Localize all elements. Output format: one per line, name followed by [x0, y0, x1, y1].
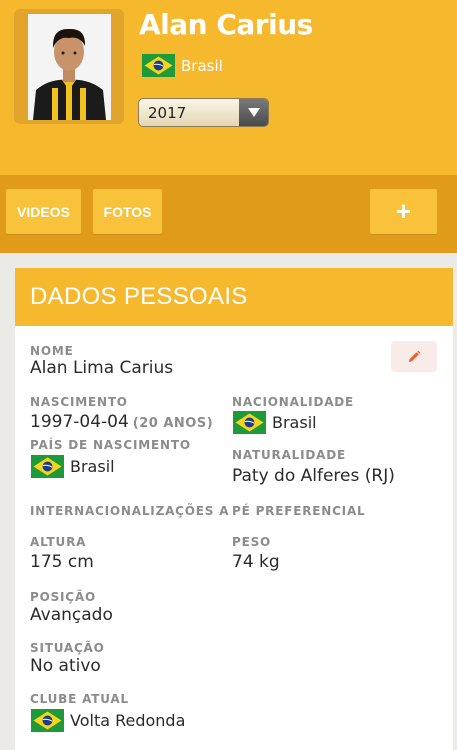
altura-label: ALTURA: [30, 535, 87, 549]
nascimento-value: 1997-04-04: [30, 412, 129, 432]
posicao-label: POSIÇÃO: [30, 590, 96, 604]
pencil-icon: [409, 350, 421, 362]
age-value: (20 ANOS): [132, 416, 214, 431]
brazil-flag-icon: [31, 455, 64, 478]
personal-data-card: DADOS PESSOAIS NOME Alan Lima Carius NAS…: [15, 268, 453, 750]
player-country: Brasil: [142, 54, 223, 77]
naturalidade-value: Paty do Alferes (RJ): [232, 466, 395, 486]
fotos-button[interactable]: FOTOS: [93, 189, 162, 234]
profile-header: Alan Carius Brasil 2017: [0, 0, 457, 175]
player-avatar: [28, 14, 111, 120]
pais-nascimento-row: Brasil: [31, 455, 115, 478]
media-toolbar: VIDEOS FOTOS +: [0, 175, 457, 253]
edit-button[interactable]: [391, 341, 437, 372]
player-photo: [28, 14, 111, 120]
pais-nascimento-label: PAÍS DE NASCIMENTO: [30, 438, 191, 452]
nome-value: Alan Lima Carius: [30, 358, 174, 378]
section-title: DADOS PESSOAIS: [30, 283, 248, 310]
videos-button[interactable]: VIDEOS: [6, 189, 81, 234]
clube-atual-value[interactable]: Volta Redonda: [70, 711, 185, 730]
pais-nascimento-value: Brasil: [70, 457, 115, 476]
triangle-down-icon[interactable]: [239, 99, 268, 126]
peso-label: PESO: [232, 535, 272, 549]
naturalidade-label: NATURALIDADE: [232, 448, 346, 462]
season-select[interactable]: 2017: [138, 98, 269, 127]
nascimento-row: 1997-04-04 (20 ANOS): [30, 412, 213, 432]
season-value: 2017: [148, 104, 187, 122]
nacionalidade-label: NACIONALIDADE: [232, 395, 355, 409]
posicao-value: Avançado: [30, 605, 113, 625]
nacionalidade-value: Brasil: [272, 413, 317, 432]
nascimento-label: NASCIMENTO: [30, 395, 128, 409]
country-label: Brasil: [181, 56, 223, 75]
player-name: Alan Carius: [139, 8, 313, 41]
altura-value: 175 cm: [30, 552, 94, 572]
brazil-flag-icon: [233, 411, 266, 434]
pe-preferencial-label: PÉ PREFERENCIAL: [232, 504, 366, 518]
brazil-flag-icon: [142, 54, 175, 77]
peso-value: 74 kg: [232, 552, 280, 572]
nacionalidade-row: Brasil: [233, 411, 317, 434]
situacao-value: No ativo: [30, 656, 101, 676]
situacao-label: SITUAÇÃO: [30, 641, 105, 655]
add-button[interactable]: +: [370, 189, 437, 234]
nome-label: NOME: [30, 344, 74, 358]
internacionalizacoes-label: INTERNACIONALIZAÇÕES A: [30, 504, 230, 518]
clube-atual-row[interactable]: Volta Redonda: [31, 709, 185, 732]
section-header: DADOS PESSOAIS: [15, 268, 453, 326]
clube-atual-label: CLUBE ATUAL: [30, 692, 129, 706]
brazil-flag-icon: [31, 709, 64, 732]
